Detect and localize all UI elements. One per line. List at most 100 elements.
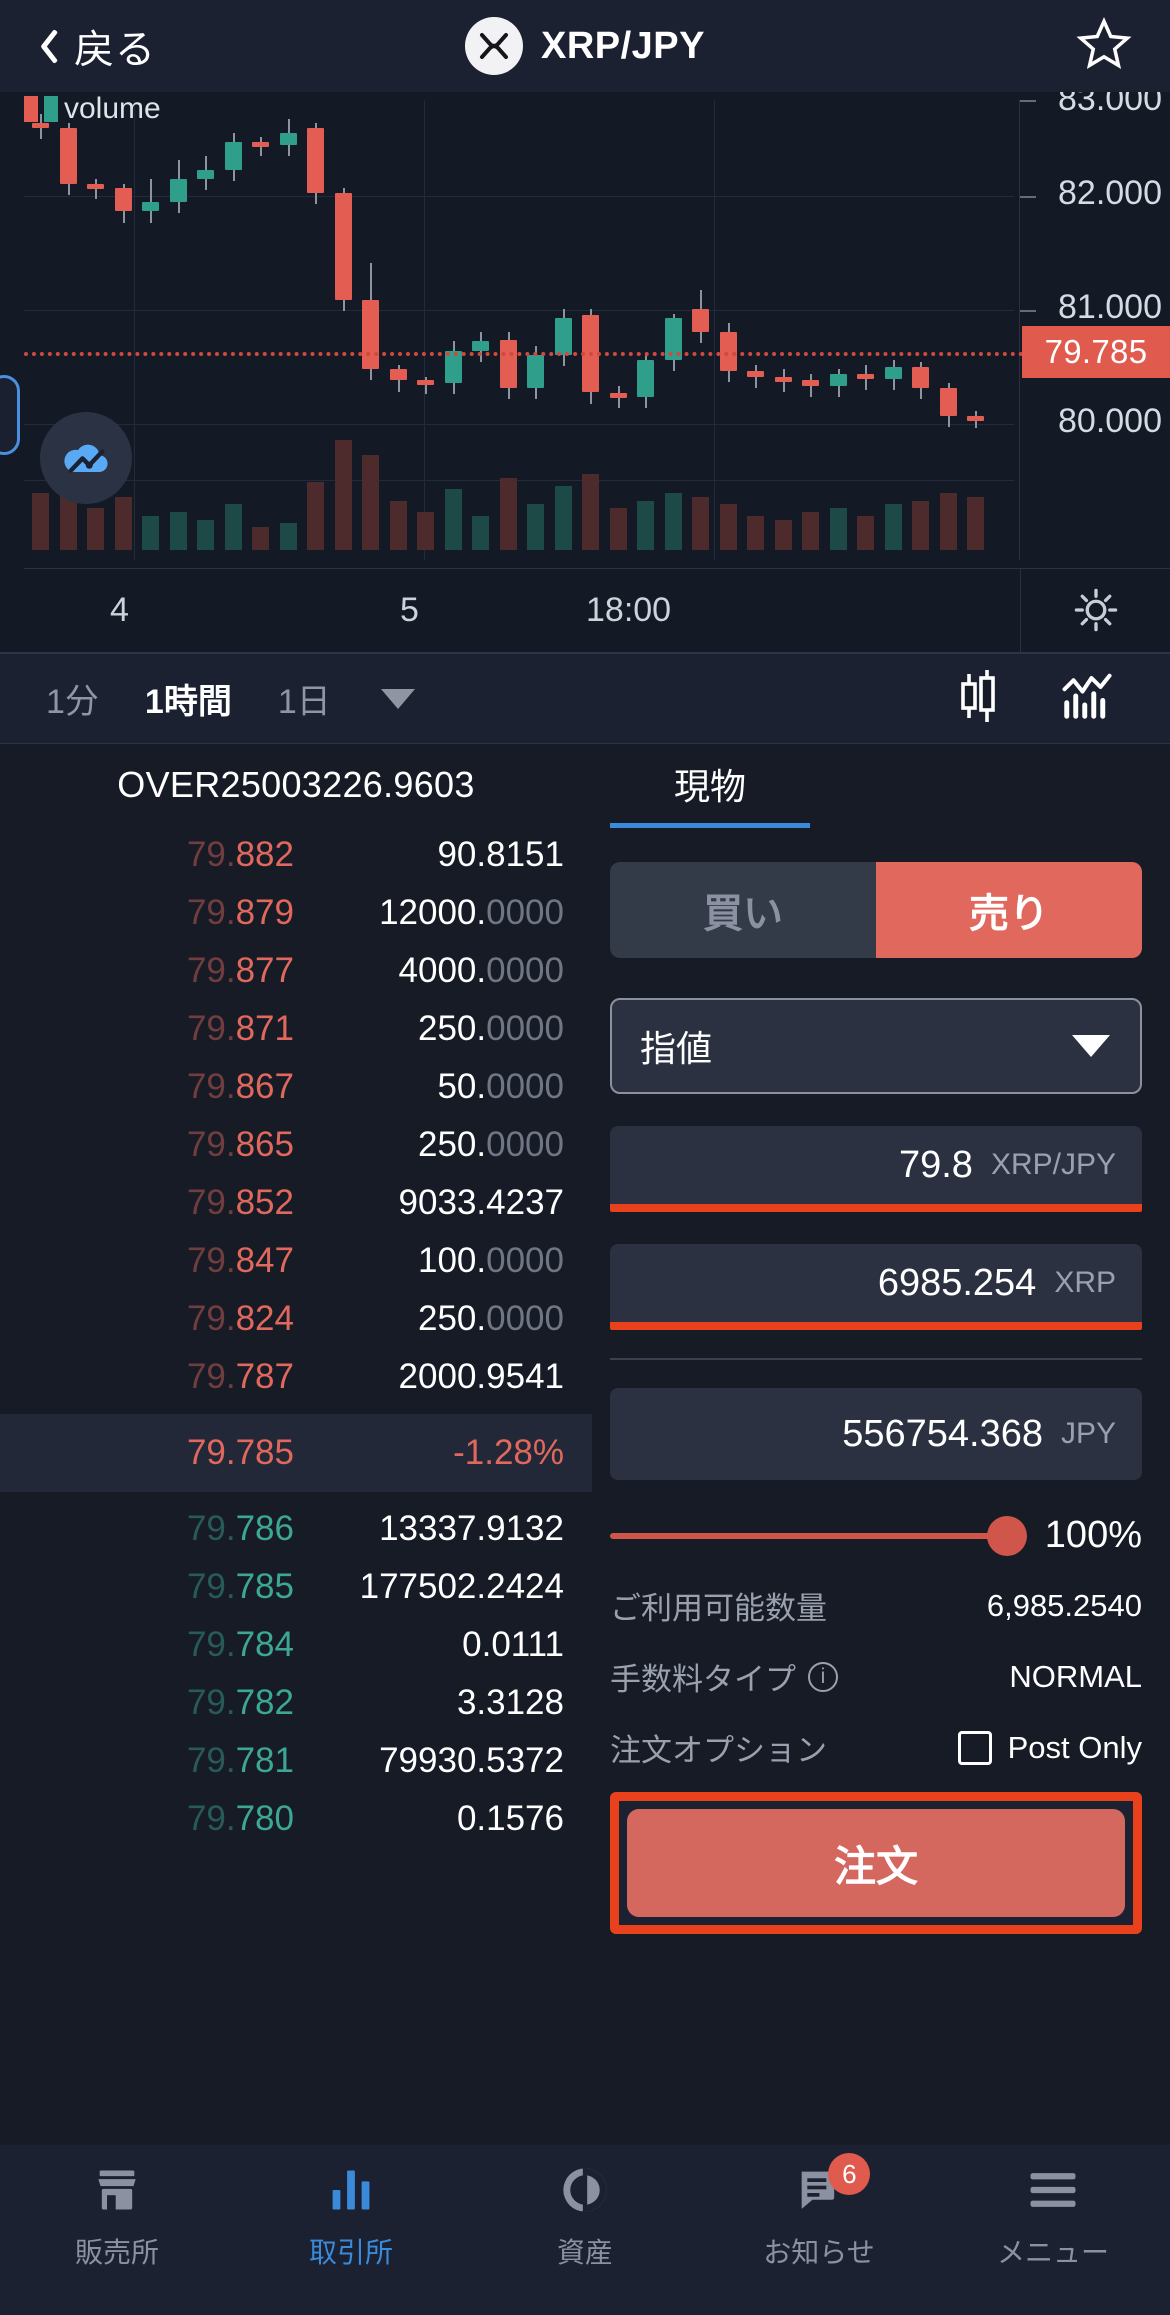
nav-item-exchange[interactable]: 取引所 (234, 2159, 468, 2271)
sell-button[interactable]: 売り (876, 862, 1142, 958)
order-book-price: 79.877 (186, 951, 294, 990)
order-tabs: 現物 (610, 744, 1142, 828)
order-book-price: 79.882 (186, 835, 294, 874)
order-book-amount: 100.0000 (418, 1241, 564, 1280)
post-only-toggle[interactable]: Post Only (957, 1729, 1142, 1766)
gear-icon[interactable] (1020, 568, 1170, 652)
volume-bar (829, 508, 847, 550)
page-title: XRP/JPY (540, 24, 706, 67)
chevron-down-icon (1072, 1035, 1110, 1057)
order-button-highlight: 注文 (610, 1792, 1142, 1934)
submit-order-button[interactable]: 注文 (627, 1809, 1125, 1917)
volume-bar (362, 455, 379, 550)
nav-item-menu[interactable]: メニュー (936, 2159, 1170, 2271)
notification-badge: 6 (828, 2153, 871, 2195)
amount-input-unit: XRP (1054, 1266, 1116, 1299)
ask-rows: 79.882 90.8151 79.879 12000.0000 79.877 4000.… (0, 826, 592, 1406)
order-form: 現物 買い 売り 指値 79.8 XRP/JPY 6985.254 XRP 55… (592, 744, 1170, 2144)
buy-button[interactable]: 買い (610, 862, 876, 958)
price-input[interactable]: 79.8 XRP/JPY (610, 1126, 1142, 1204)
order-book-row[interactable]: 79.824 250.0000 (0, 1290, 592, 1348)
nav-item-assets[interactable]: 資産 (468, 2159, 702, 2271)
order-book-price: 79.781 (186, 1741, 294, 1780)
order-book-amount: 3.3128 (456, 1683, 564, 1722)
last-price-row[interactable]: 79.785 -1.28% (0, 1414, 592, 1492)
tab-spot[interactable]: 現物 (610, 744, 810, 828)
order-book-amount: 79930.5372 (379, 1741, 564, 1780)
order-book-row[interactable]: 79.786 13337.9132 (0, 1500, 592, 1558)
volume-bar (774, 519, 792, 550)
volume-bar (252, 527, 269, 550)
order-book-row[interactable]: 79.784 0.0111 (0, 1616, 592, 1674)
order-book-row[interactable]: 79.781 79930.5372 (0, 1732, 592, 1790)
order-book-amount: 177502.2424 (359, 1567, 564, 1606)
volume-bar (279, 523, 297, 550)
volume-bar (692, 496, 709, 550)
order-book-row[interactable]: 79.785 177502.2424 (0, 1558, 592, 1616)
legend-label: volume (64, 92, 161, 125)
legend-up-swatch (44, 96, 58, 122)
available-amount-label: ご利用可能数量 (610, 1591, 827, 1626)
price-tick-2: 81.000 (1058, 288, 1162, 326)
order-book-row[interactable]: 79.879 12000.0000 (0, 884, 592, 942)
order-book-row[interactable]: 79.780 0.1576 (0, 1790, 592, 1848)
chart-legend: volume (24, 92, 161, 126)
order-book-row[interactable]: 79.871 250.0000 (0, 1000, 592, 1058)
volume-series (24, 440, 1014, 550)
order-book-row[interactable]: 79.787 2000.9541 (0, 1348, 592, 1406)
nav-item-sales[interactable]: 販売所 (0, 2159, 234, 2271)
total-input-value: 556754.368 (842, 1412, 1043, 1455)
chart-drag-handle[interactable] (0, 375, 20, 455)
order-type-select[interactable]: 指値 (610, 998, 1142, 1094)
order-book-row[interactable]: 79.867 50.0000 (0, 1058, 592, 1116)
candlestick-icon[interactable] (954, 668, 1004, 729)
total-input[interactable]: 556754.368 JPY (610, 1388, 1142, 1480)
timeframe-1h[interactable]: 1時間 (145, 674, 232, 723)
order-book-row[interactable]: 79.782 3.3128 (0, 1674, 592, 1732)
nav-item-notifications[interactable]: 6 お知らせ (702, 2153, 936, 2271)
amount-input-value: 6985.254 (877, 1261, 1037, 1304)
nav-label-sales: 販売所 (74, 2237, 159, 2268)
volume-bar (142, 515, 159, 550)
order-book-amount: 2000.9541 (398, 1357, 564, 1396)
slider-track[interactable] (610, 1515, 1027, 1556)
order-option-label: 注文オプション (610, 1733, 827, 1768)
volume-bar (224, 504, 242, 550)
indicator-chart-icon[interactable] (1060, 669, 1114, 728)
order-book-price: 79.871 (186, 1009, 294, 1048)
slider-thumb[interactable] (986, 1515, 1027, 1556)
slider-value: 100% (1044, 1514, 1142, 1556)
order-book-price: 79.847 (186, 1241, 294, 1280)
order-book-row[interactable]: 79.865 250.0000 (0, 1116, 592, 1174)
amount-percent-slider[interactable]: 100% (610, 1514, 1142, 1557)
price-tick-0: 83.000 (1058, 92, 1162, 118)
timeframe-1m[interactable]: 1分 (46, 674, 99, 723)
chevron-down-icon[interactable] (380, 688, 415, 709)
chart-plot-area (24, 100, 1014, 560)
timeframe-1d[interactable]: 1日 (278, 674, 331, 723)
order-book-over-total: OVER25003226.9603 (117, 764, 475, 805)
volume-bar (32, 493, 49, 550)
amount-input[interactable]: 6985.254 XRP (610, 1244, 1142, 1322)
bar-chart-icon (325, 2159, 377, 2221)
time-tick-2: 18:00 (586, 591, 672, 629)
star-outline-icon[interactable] (1076, 16, 1132, 77)
cloud-chart-icon[interactable] (40, 412, 132, 504)
order-book-amount: 12000.0000 (379, 893, 564, 932)
back-button[interactable]: 戻る (30, 17, 156, 75)
volume-bar (527, 504, 544, 550)
info-icon[interactable]: i (808, 1661, 838, 1692)
order-book-row[interactable]: 79.877 4000.0000 (0, 942, 592, 1000)
candlestick-series (24, 100, 1014, 490)
post-only-checkbox[interactable] (957, 1730, 992, 1765)
post-only-label: Post Only (1007, 1729, 1142, 1765)
order-book-row[interactable]: 79.847 100.0000 (0, 1232, 592, 1290)
back-button-label: 戻る (74, 28, 156, 72)
volume-bar (197, 519, 214, 550)
price-tick-3: 80.000 (1058, 402, 1162, 440)
order-book-row[interactable]: 79.852 9033.4237 (0, 1174, 592, 1232)
order-book-row[interactable]: 79.882 90.8151 (0, 826, 592, 884)
price-chart[interactable]: volume 83.000 82.000 81.000 80.000 79.78… (0, 92, 1170, 652)
order-book-amount: 9033.4237 (398, 1183, 564, 1222)
main-content: OVER25003226.9603 79.882 90.8151 79.879 120… (0, 744, 1170, 2144)
